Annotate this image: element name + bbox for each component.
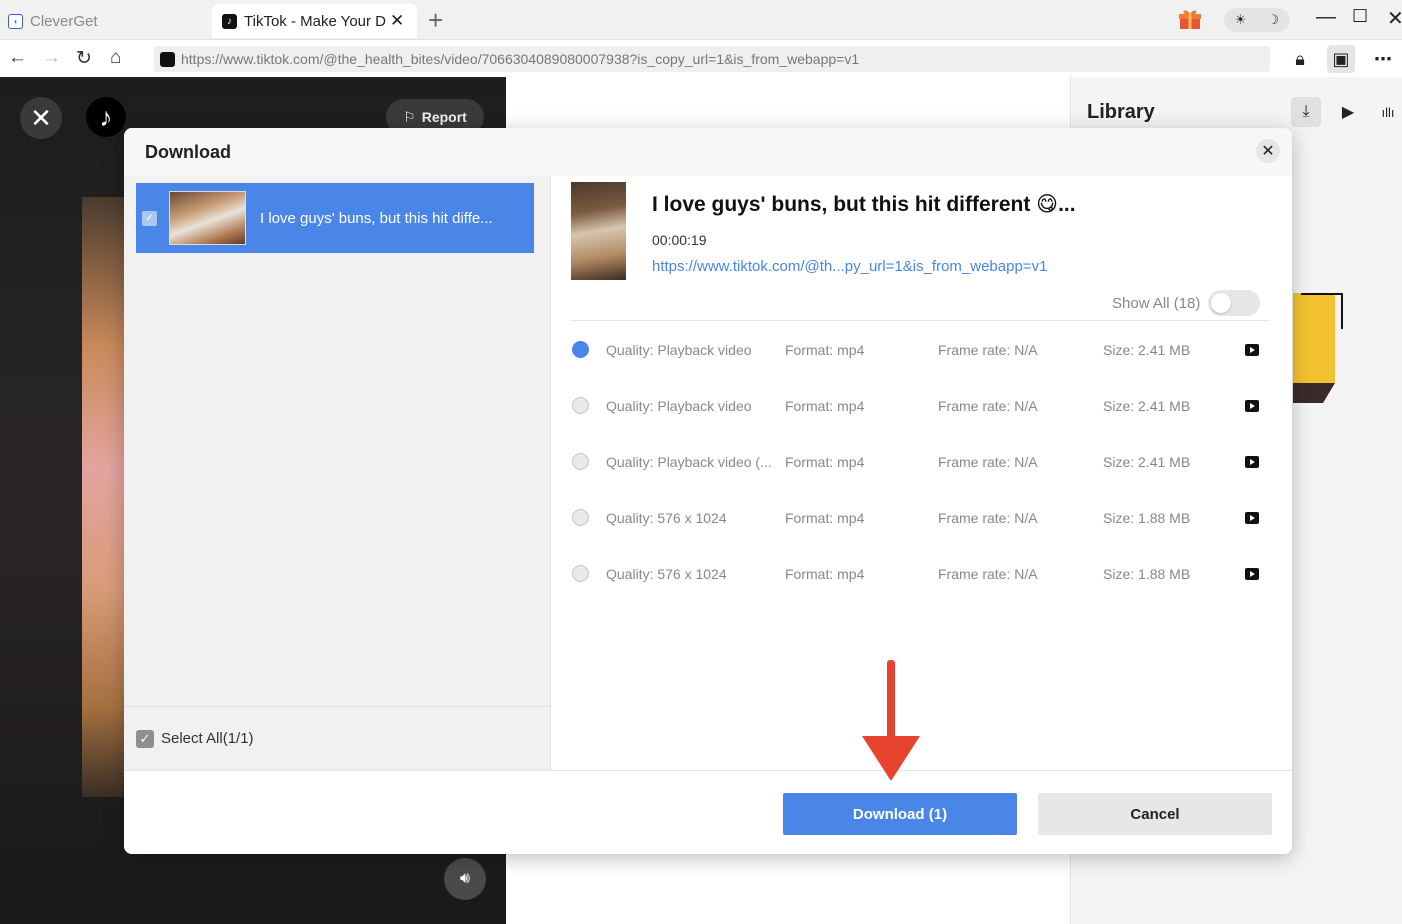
option-quality: Quality: 576 x 1024	[606, 510, 727, 526]
quality-option-row[interactable]: Quality: 576 x 1024 Format: mp4 Frame ra…	[570, 490, 1270, 546]
video-item-title: I love guys' buns, but this hit diffe...	[260, 209, 493, 227]
flag-icon: ⚐	[403, 108, 416, 125]
option-frame-rate: Frame rate: N/A	[938, 510, 1038, 526]
download-icon[interactable]: ⤓	[1291, 97, 1321, 127]
play-preview-icon[interactable]	[1245, 568, 1259, 580]
option-quality: Quality: Playback video	[606, 342, 752, 358]
show-all-label: Show All (18)	[1112, 294, 1201, 312]
video-list-pane: ✓ I love guys' buns, but this hit diffe.…	[124, 176, 551, 770]
pointer-arrow-icon	[862, 660, 920, 781]
dialog-footer: Download (1) Cancel	[124, 770, 1292, 854]
option-frame-rate: Frame rate: N/A	[938, 342, 1038, 358]
quality-option-row[interactable]: Quality: 576 x 1024 Format: mp4 Frame ra…	[570, 546, 1270, 602]
tab-tiktok[interactable]: ♪ TikTok - Make Your D ✕	[212, 4, 417, 38]
option-frame-rate: Frame rate: N/A	[938, 566, 1038, 582]
tab-bar: ◖ CleverGet ♪ TikTok - Make Your D ✕ + ☀…	[0, 0, 1402, 40]
play-preview-icon[interactable]	[1245, 344, 1259, 356]
url-input[interactable]: https://www.tiktok.com/@the_health_bites…	[154, 46, 1270, 72]
select-all-checkbox[interactable]: ✓	[136, 729, 154, 748]
detail-title: I love guys' buns, but this hit differen…	[652, 193, 1076, 216]
show-all-toggle[interactable]	[1208, 290, 1261, 316]
back-arrow-icon[interactable]: ←	[8, 47, 27, 69]
quality-options-list: Quality: Playback video Format: mp4 Fram…	[570, 322, 1270, 602]
download-dialog: Download ✕ ✓ I love guys' buns, but this…	[124, 128, 1292, 854]
option-size: Size: 1.88 MB	[1103, 510, 1191, 526]
option-frame-rate: Frame rate: N/A	[938, 454, 1038, 470]
option-quality: Quality: 576 x 1024	[606, 566, 727, 582]
audio-icon[interactable]: ıllı	[1373, 97, 1402, 127]
quality-radio[interactable]	[572, 397, 589, 414]
detail-duration: 00:00:19	[652, 232, 707, 248]
select-all-row: ✓ Select All(1/1)	[124, 706, 551, 770]
download-button[interactable]: Download (1)	[783, 793, 1017, 835]
tab-cleverget[interactable]: ◖ CleverGet	[8, 4, 208, 38]
divider	[570, 320, 1270, 321]
option-quality: Quality: Playback video	[606, 398, 752, 414]
option-format: Format: mp4	[785, 342, 865, 358]
library-title: Library	[1087, 101, 1155, 123]
volume-icon[interactable]: 🔊︎	[444, 858, 486, 900]
video-thumbnail	[169, 191, 246, 245]
video-item-checkbox[interactable]: ✓	[142, 210, 157, 226]
tiktok-logo-icon: ♪	[86, 97, 126, 137]
tab-label: TikTok - Make Your D	[244, 12, 386, 30]
option-format: Format: mp4	[785, 510, 865, 526]
play-preview-icon[interactable]	[1245, 512, 1259, 524]
maximize-button[interactable]: ☐	[1352, 6, 1368, 27]
window-close-button[interactable]: ✕	[1387, 6, 1402, 31]
option-format: Format: mp4	[785, 398, 865, 414]
option-format: Format: mp4	[785, 454, 865, 470]
report-label: Report	[421, 109, 467, 125]
video-detail-pane: I love guys' buns, but this hit differen…	[552, 176, 1292, 770]
bag-icon[interactable]: ▣	[1327, 45, 1355, 73]
play-preview-icon[interactable]	[1245, 456, 1259, 468]
minimize-button[interactable]: —	[1316, 6, 1336, 29]
quality-option-row[interactable]: Quality: Playback video (... Format: mp4…	[570, 434, 1270, 490]
close-video-icon[interactable]: ✕	[20, 97, 62, 139]
more-menu-icon[interactable]: ⋯	[1369, 45, 1397, 73]
quality-option-row[interactable]: Quality: Playback video Format: mp4 Fram…	[570, 322, 1270, 378]
url-text: https://www.tiktok.com/@the_health_bites…	[181, 51, 860, 67]
option-frame-rate: Frame rate: N/A	[938, 398, 1038, 414]
cancel-button[interactable]: Cancel	[1038, 793, 1272, 835]
address-bar: ← → ↻ ⌂ https://www.tiktok.com/@the_heal…	[0, 41, 1402, 77]
detail-url-link[interactable]: https://www.tiktok.com/@th...py_url=1&is…	[652, 258, 1047, 275]
dialog-title: Download	[145, 142, 231, 162]
show-all-row: Show All (18)	[1112, 290, 1261, 316]
theme-toggle[interactable]: ☀ ☽	[1224, 8, 1290, 32]
tab-label: CleverGet	[30, 12, 98, 30]
quality-radio[interactable]	[572, 565, 589, 582]
option-format: Format: mp4	[785, 566, 865, 582]
gift-icon[interactable]	[1178, 8, 1202, 30]
video-icon[interactable]: ▶	[1333, 97, 1363, 127]
dialog-header: Download ✕	[124, 128, 1292, 176]
option-size: Size: 2.41 MB	[1103, 342, 1191, 358]
close-tab-icon[interactable]: ✕	[390, 11, 404, 31]
new-tab-button[interactable]: +	[428, 5, 443, 36]
tiktok-favicon-icon: ♪	[222, 13, 237, 29]
forward-arrow-icon[interactable]: →	[42, 47, 61, 69]
dialog-close-icon[interactable]: ✕	[1256, 139, 1280, 163]
option-size: Size: 2.41 MB	[1103, 398, 1191, 414]
quality-radio[interactable]	[572, 453, 589, 470]
quality-option-row[interactable]: Quality: Playback video Format: mp4 Fram…	[570, 378, 1270, 434]
option-quality: Quality: Playback video (...	[606, 454, 772, 470]
quality-radio[interactable]	[572, 341, 589, 358]
reload-icon[interactable]: ↻	[76, 47, 92, 70]
option-size: Size: 2.41 MB	[1103, 454, 1191, 470]
sun-icon: ☀	[1234, 12, 1247, 27]
library-illustration	[1293, 293, 1343, 403]
select-all-label: Select All(1/1)	[161, 730, 254, 747]
tiktok-favicon-icon	[160, 51, 175, 67]
play-preview-icon[interactable]	[1245, 400, 1259, 412]
moon-icon: ☽	[1267, 12, 1280, 27]
lock-icon[interactable]: 🔒︎	[1286, 45, 1314, 73]
cleverget-favicon-icon: ◖	[8, 13, 23, 29]
quality-radio[interactable]	[572, 509, 589, 526]
detail-thumbnail	[571, 182, 626, 280]
video-list-item[interactable]: ✓ I love guys' buns, but this hit diffe.…	[136, 183, 534, 253]
home-icon[interactable]: ⌂	[110, 47, 121, 69]
option-size: Size: 1.88 MB	[1103, 566, 1191, 582]
